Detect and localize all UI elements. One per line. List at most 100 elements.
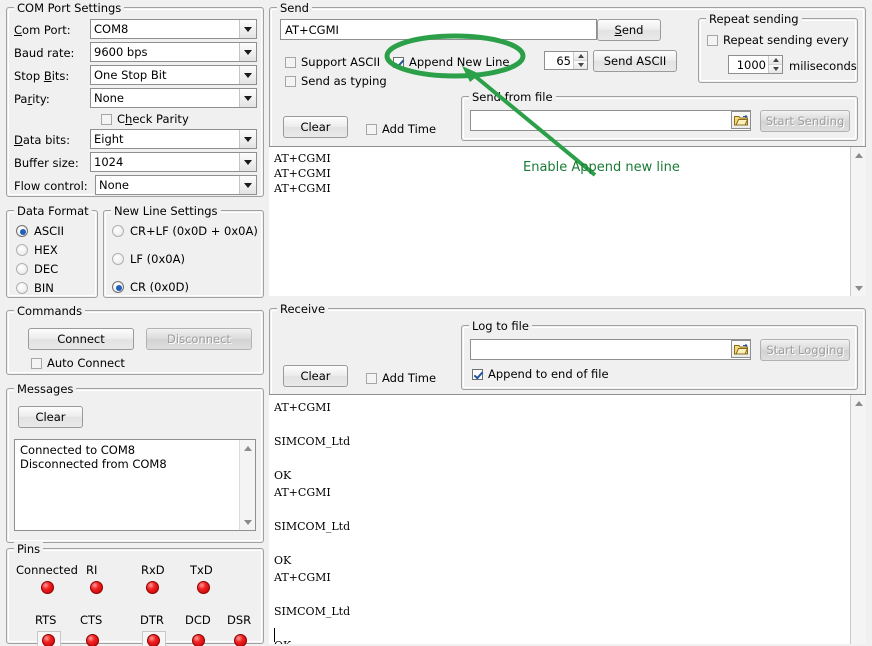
repeat-sending-label: Repeat sending every [723, 33, 849, 47]
radio-lf[interactable]: LF (0x0A) [112, 252, 185, 266]
receive-log-scrollbar[interactable] [850, 395, 866, 644]
folder-open-icon[interactable] [731, 340, 751, 358]
append-new-line-checkbox[interactable]: Append New Line [393, 55, 510, 69]
stop-bits-label: Stop Bits: [14, 69, 69, 83]
receive-title: Receive [277, 302, 328, 316]
new-line-settings-group: New Line Settings CR+LF (0x0D + 0x0A) LF… [103, 210, 264, 298]
ascii-code-spinner[interactable]: 65 [544, 51, 588, 70]
send-button[interactable]: Send [597, 19, 661, 41]
scroll-down-icon[interactable] [851, 280, 866, 296]
receive-log-text: AT+CGMI SIMCOM_Ltd OK AT+CGMI SIMCOM_Ltd… [274, 399, 848, 644]
chevron-down-icon[interactable] [239, 89, 256, 107]
send-clear-button[interactable]: Clear [283, 116, 348, 138]
com-port-combo[interactable]: COM8 [90, 19, 257, 39]
start-logging-button[interactable]: Start Logging [760, 339, 850, 361]
chevron-down-icon[interactable] [239, 20, 256, 38]
radio-bin[interactable]: BIN [16, 281, 54, 295]
radio-dot [16, 263, 28, 275]
scroll-up-icon[interactable] [851, 395, 866, 411]
checkbox-box [366, 373, 377, 384]
send-as-typing-checkbox[interactable]: Send as typing [285, 74, 387, 88]
support-ascii-checkbox[interactable]: Support ASCII [285, 55, 380, 69]
checkbox-box [366, 124, 377, 135]
scroll-down-icon[interactable] [240, 514, 256, 530]
scroll-up-icon[interactable] [851, 147, 866, 163]
stop-bits-combo[interactable]: One Stop Bit [90, 65, 257, 85]
receive-add-time-checkbox[interactable]: Add Time [366, 371, 436, 385]
send-add-time-checkbox[interactable]: Add Time [366, 122, 436, 136]
commands-title: Commands [14, 304, 85, 318]
scroll-up-icon[interactable] [240, 440, 256, 456]
messages-scrollbar[interactable] [239, 440, 255, 530]
radio-cr[interactable]: CR (0x0D) [112, 280, 189, 294]
radio-dec[interactable]: DEC [16, 262, 58, 276]
send-command-input[interactable]: AT+CGMI [280, 19, 597, 40]
radio-crlf[interactable]: CR+LF (0x0D + 0x0A) [112, 224, 258, 238]
spinner-down-icon[interactable] [574, 61, 587, 69]
start-sending-button[interactable]: Start Sending [760, 110, 850, 132]
stop-bits-value: One Stop Bit [94, 68, 239, 82]
parity-combo[interactable]: None [90, 88, 257, 108]
radio-dot [16, 244, 28, 256]
spinner-up-icon[interactable] [574, 52, 587, 61]
connect-button[interactable]: Connect [28, 328, 134, 350]
baud-rate-combo[interactable]: 9600 bps [90, 42, 257, 62]
spinner-buttons[interactable] [768, 56, 782, 73]
chevron-down-icon[interactable] [239, 130, 256, 148]
log-file-path-input[interactable] [470, 339, 751, 360]
send-ascii-button[interactable]: Send ASCII [593, 50, 677, 72]
buffer-size-label: Buffer size: [14, 156, 79, 170]
pin-led-connected [41, 581, 54, 594]
radio-hex[interactable]: HEX [16, 243, 58, 257]
repeat-sending-group: Repeat sending Repeat sending every 1000… [698, 18, 858, 83]
send-add-time-label: Add Time [382, 122, 436, 136]
repeat-interval-value: 1000 [729, 56, 768, 73]
auto-connect-label: Auto Connect [47, 356, 125, 370]
folder-open-icon[interactable] [731, 111, 751, 129]
spinner-up-icon[interactable] [769, 56, 782, 65]
receive-log-box[interactable]: AT+CGMI SIMCOM_Ltd OK AT+CGMI SIMCOM_Ltd… [269, 394, 866, 644]
buffer-size-value: 1024 [94, 155, 239, 169]
send-file-path-input[interactable] [470, 110, 751, 131]
append-to-end-label: Append to end of file [488, 367, 609, 381]
chevron-down-icon[interactable] [239, 176, 256, 194]
radio-ascii[interactable]: ASCII [16, 224, 64, 238]
pin-led-dcd [192, 634, 205, 646]
append-to-end-checkbox[interactable]: Append to end of file [472, 367, 609, 381]
spinner-down-icon[interactable] [769, 65, 782, 73]
commands-group: Commands Connect Disconnect Auto Connect [6, 310, 264, 375]
checkbox-box [707, 35, 718, 46]
chevron-down-icon[interactable] [239, 153, 256, 171]
data-bits-combo[interactable]: Eight [90, 129, 257, 149]
messages-listbox[interactable]: Connected to COM8 Disconnected from COM8 [14, 439, 256, 531]
flow-control-label: Flow control: [14, 179, 88, 193]
checkbox-box [101, 114, 112, 125]
repeat-interval-spinner[interactable]: 1000 [728, 55, 783, 74]
receive-clear-button[interactable]: Clear [283, 365, 348, 387]
chevron-down-icon[interactable] [239, 66, 256, 84]
radio-lf-label: LF (0x0A) [130, 252, 185, 266]
send-from-file-title: Send from file [469, 90, 556, 104]
pin-led-ri [90, 581, 103, 594]
messages-clear-button[interactable]: Clear [18, 406, 83, 428]
repeat-sending-checkbox[interactable]: Repeat sending every [707, 33, 849, 47]
log-to-file-title: Log to file [469, 319, 532, 333]
check-parity-checkbox[interactable]: Check Parity [101, 112, 189, 126]
send-command-value: AT+CGMI [285, 23, 339, 37]
spinner-buttons[interactable] [573, 52, 587, 69]
checkbox-box [472, 369, 483, 380]
send-title: Send [277, 1, 312, 15]
pin-led-rts [42, 634, 55, 646]
flow-control-combo[interactable]: None [95, 175, 257, 195]
com-port-value: COM8 [94, 22, 239, 36]
messages-clear-label: Clear [35, 410, 65, 424]
pin-label-connected: Connected [16, 563, 78, 577]
buffer-size-combo[interactable]: 1024 [90, 152, 257, 172]
disconnect-button[interactable]: Disconnect [146, 328, 252, 350]
auto-connect-checkbox[interactable]: Auto Connect [31, 356, 125, 370]
chevron-down-icon[interactable] [239, 43, 256, 61]
pin-label-txd: TxD [190, 563, 213, 577]
send-group: Send AT+CGMI Send Support ASCII Append N… [269, 7, 866, 295]
send-log-scrollbar[interactable] [850, 147, 866, 296]
radio-ascii-label: ASCII [34, 224, 64, 238]
